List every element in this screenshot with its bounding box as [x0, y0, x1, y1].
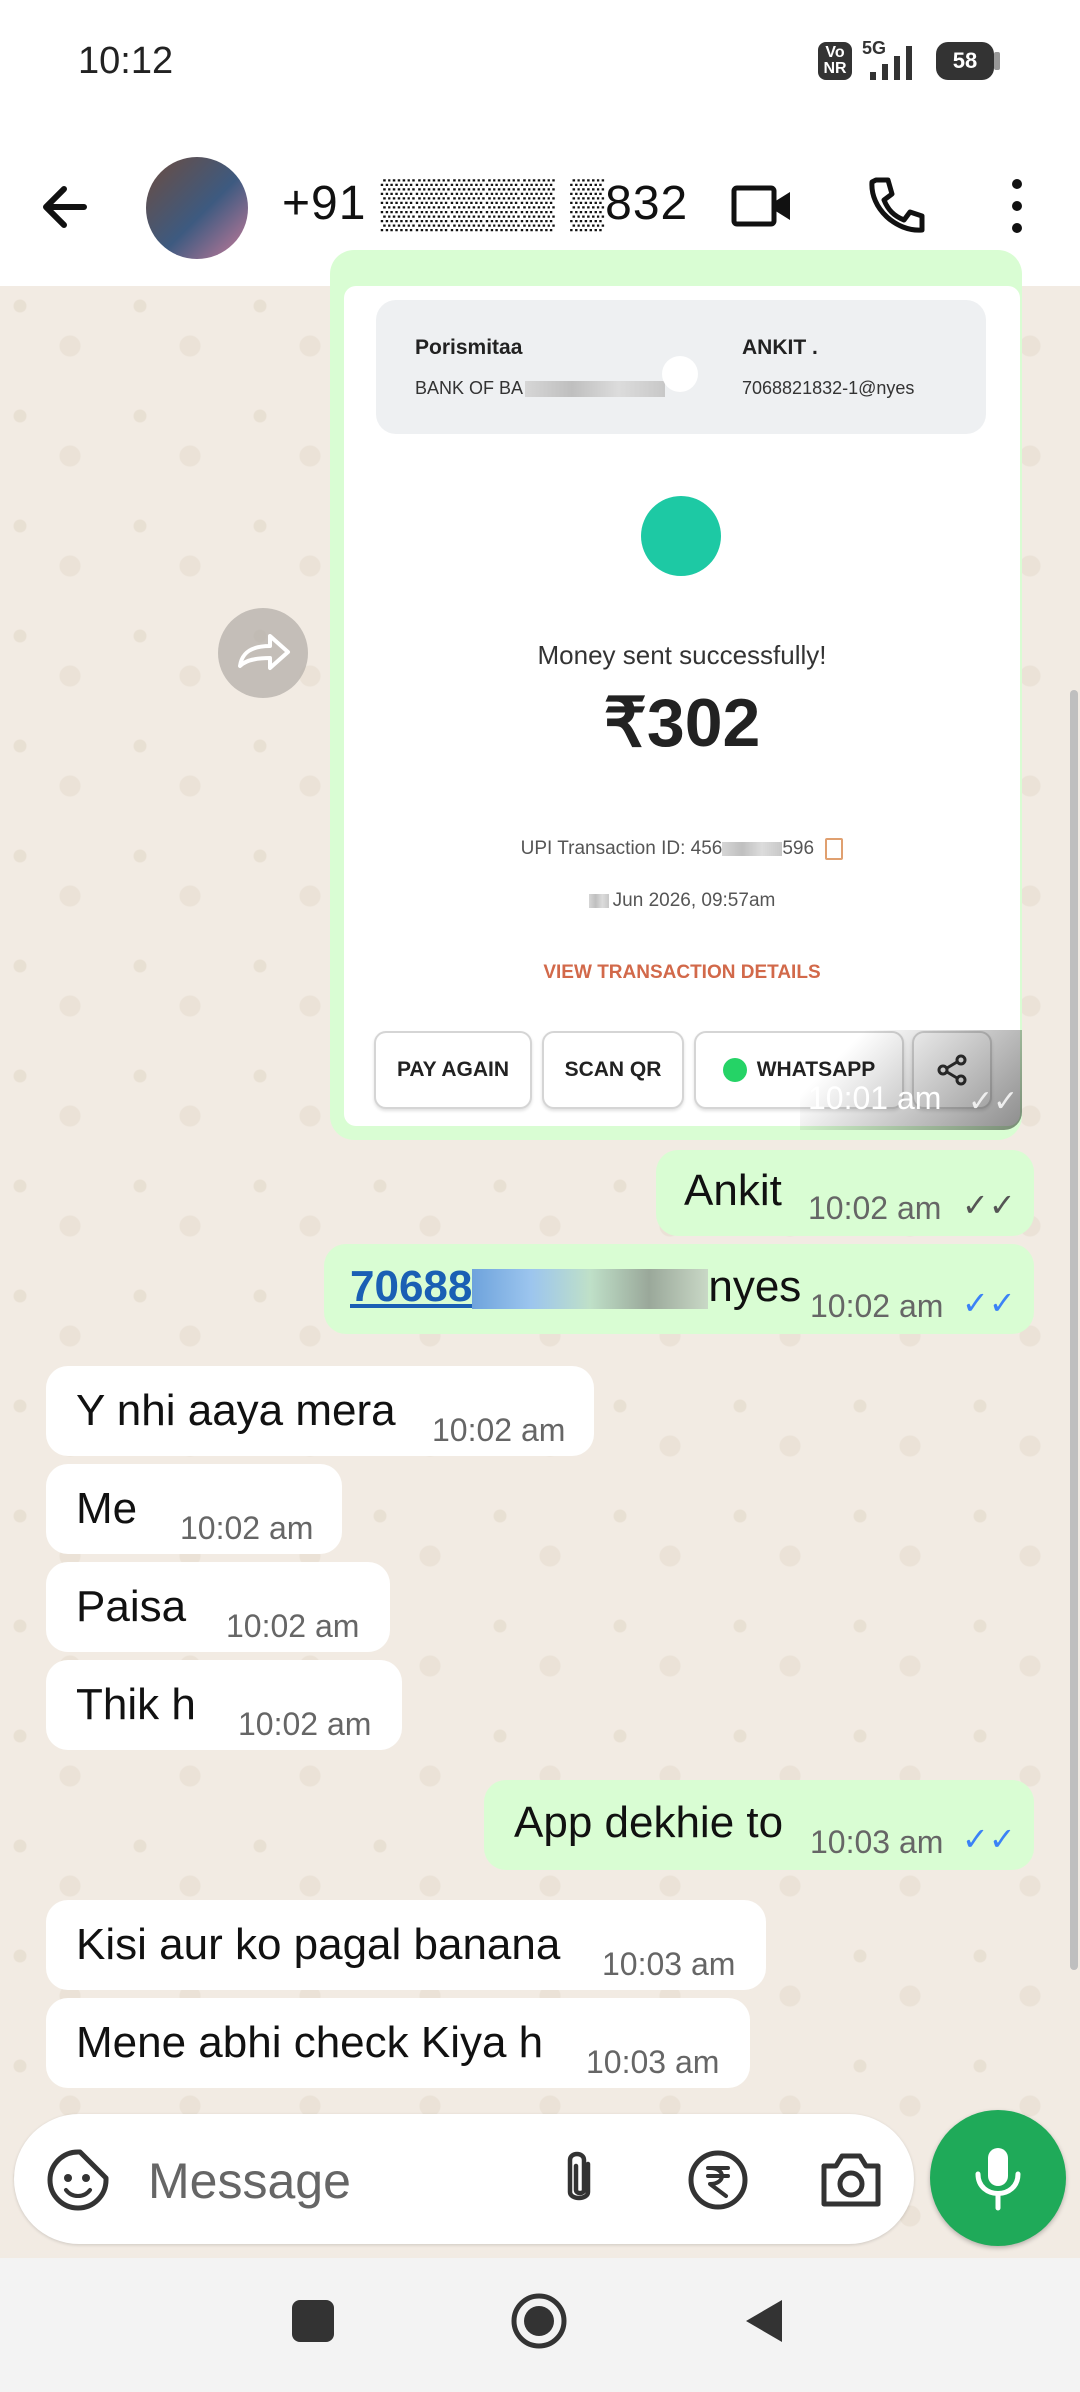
message-text: Thik h	[76, 1680, 196, 1729]
receiver-name: ANKIT .	[742, 336, 818, 359]
message-text: Y nhi aaya mera	[76, 1386, 396, 1435]
view-transaction-details-link[interactable]: VIEW TRANSACTION DETAILS	[344, 962, 1020, 984]
read-ticks-icon: ✓✓	[962, 1821, 1016, 1857]
forward-icon[interactable]	[218, 608, 308, 698]
camera-icon[interactable]	[818, 2150, 884, 2210]
status-time: 10:12	[78, 40, 174, 82]
message-time: 10:02 am	[180, 1510, 314, 1546]
message-text: App dekhie to	[514, 1798, 784, 1847]
scrollbar[interactable]	[1070, 690, 1078, 1970]
sender-bank: BANK OF BA	[415, 378, 666, 399]
message-time: 10:03 am	[602, 1946, 736, 1982]
message-text: Me	[76, 1484, 138, 1533]
home-button[interactable]	[510, 2292, 568, 2350]
pay-again-button[interactable]: PAY AGAIN	[374, 1031, 532, 1109]
copy-icon[interactable]	[825, 838, 844, 860]
back-arrow-icon[interactable]	[36, 165, 100, 249]
battery-tip	[994, 52, 1000, 70]
success-check-icon	[641, 496, 721, 576]
payment-amount: ₹302	[603, 685, 761, 761]
video-call-icon[interactable]	[730, 176, 794, 236]
message-text: Paisa	[76, 1582, 187, 1631]
avatar[interactable]	[146, 157, 248, 259]
phone-icon[interactable]	[862, 172, 926, 240]
read-ticks-icon: ✓✓	[962, 1285, 1016, 1321]
mic-button[interactable]	[930, 2110, 1066, 2246]
payment-status: Money sent successfully!	[537, 640, 827, 670]
receiver-upi: 7068821832-1@nyes	[742, 378, 915, 398]
message-time: 10:02 am	[810, 1288, 944, 1324]
attach-icon[interactable]	[554, 2148, 604, 2212]
arrow-circle-icon	[662, 356, 698, 392]
volte-badge: Vo NR	[818, 42, 852, 80]
message-link[interactable]: 70688 nyes	[350, 1262, 801, 1312]
message-text: Mene abhi check Kiya h	[76, 2018, 544, 2067]
payment-time: 10:01 am	[808, 1080, 942, 1116]
whatsapp-icon	[722, 1058, 747, 1082]
message-time: 10:02 am	[226, 1608, 360, 1644]
message-time: 10:02 am	[808, 1190, 942, 1226]
payment-date: Jun 2026, 09:57am	[344, 890, 1020, 912]
scan-qr-button[interactable]: SCAN QR	[542, 1031, 684, 1109]
contact-name[interactable]: +91 ▒▒▒▒▒ ▒832	[282, 176, 688, 231]
signal-icon	[870, 46, 912, 80]
read-ticks-icon: ✓✓	[968, 1085, 1019, 1118]
sticker-icon[interactable]	[46, 2148, 110, 2212]
mic-icon	[975, 2148, 1021, 2211]
upi-transaction-id: UPI Transaction ID: 456 596	[344, 838, 1020, 860]
message-time: 10:03 am	[810, 1824, 944, 1860]
message-input[interactable]	[146, 2148, 510, 2214]
message-text: Kisi aur ko pagal banana	[76, 1920, 561, 1969]
back-nav-button[interactable]	[742, 2296, 786, 2346]
recents-button[interactable]	[292, 2300, 334, 2342]
message-time: 10:02 am	[238, 1706, 372, 1742]
battery-icon: 58	[936, 42, 994, 80]
read-ticks-icon: ✓✓	[962, 1187, 1016, 1223]
more-vert-icon[interactable]	[1000, 176, 1034, 236]
message-text: Ankit	[684, 1166, 782, 1215]
rupee-icon[interactable]	[686, 2148, 750, 2212]
message-time: 10:02 am	[432, 1412, 566, 1448]
sender-name: Porismitaa	[415, 336, 523, 359]
message-time: 10:03 am	[586, 2044, 720, 2080]
